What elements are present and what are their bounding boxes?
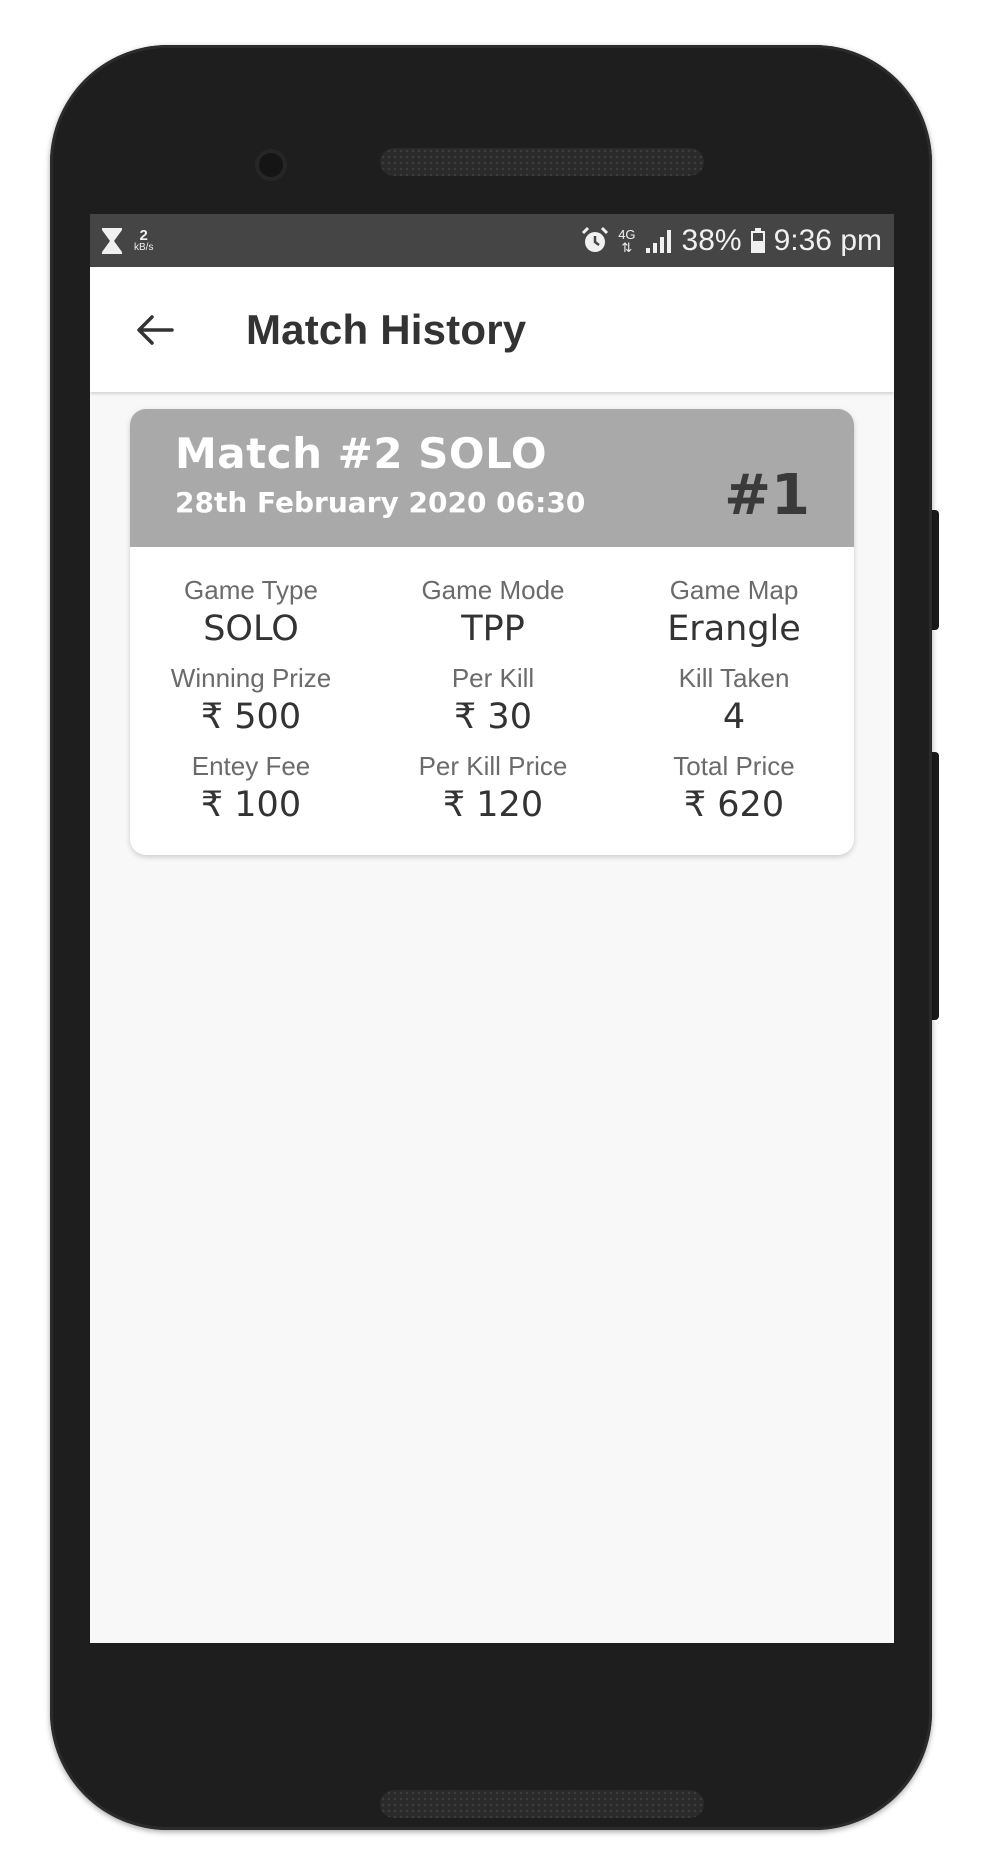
back-arrow-icon[interactable] [132,308,176,352]
stat-value: ₹ 120 [442,785,544,825]
stat-total-price: Total Price ₹ 620 [614,751,854,839]
match-title: Match #2 SOLO [175,429,548,478]
stat-kill-taken: Kill Taken 4 [614,663,854,751]
stat-label: Per Kill Price [418,751,568,781]
clock: 9:36 pm [773,223,882,257]
match-card-header: Match #2 SOLO 28th February 2020 06:30 #… [130,409,854,547]
stat-game-mode: Game Mode TPP [372,575,614,663]
status-bar-right: 4G ⇅ 38% 9:36 pm [580,224,882,258]
stat-entry-fee: Entey Fee ₹ 100 [130,751,372,839]
stat-label: Kill Taken [678,663,790,693]
stat-value: TPP [461,609,525,649]
stat-value: ₹ 500 [200,697,302,737]
stat-value: ₹ 100 [200,785,302,825]
stat-per-kill: Per Kill ₹ 30 [372,663,614,751]
app-bar: Match History [90,267,894,392]
stat-game-map: Game Map Erangle [614,575,854,663]
screen: 2 kB/s 4G ⇅ 38% 9:36 pm Match History Ma… [90,214,894,1643]
stat-value: ₹ 620 [683,785,785,825]
stat-per-kill-price: Per Kill Price ₹ 120 [372,751,614,839]
stat-value: Erangle [667,609,801,649]
front-camera [255,149,287,181]
network-type: 4G ⇅ [618,228,635,254]
match-date: 28th February 2020 06:30 [175,486,586,519]
status-bar: 2 kB/s 4G ⇅ 38% 9:36 pm [90,214,894,267]
signal-icon [645,229,671,253]
stat-value: 4 [722,697,746,737]
page-title: Match History [246,305,527,353]
stat-label: Winning Prize [170,663,332,693]
stat-label: Entey Fee [191,751,311,781]
match-rank: #1 [724,463,810,528]
status-bar-left: 2 kB/s [100,227,153,255]
network-speed: 2 kB/s [134,228,153,253]
match-stats: Game Type SOLO Game Mode TPP Game Map Er… [130,547,854,839]
alarm-icon [582,226,609,252]
stat-label: Game Mode [421,575,565,605]
hourglass-icon [102,227,122,254]
stat-game-type: Game Type SOLO [130,575,372,663]
battery-icon [750,227,765,253]
data-arrows: ⇅ [621,239,633,255]
network-speed-value: 2 [139,227,148,244]
network-speed-unit: kB/s [134,242,154,253]
stat-label: Total Price [673,751,795,781]
network-type-label: 4G [618,226,636,242]
stat-value: SOLO [203,609,299,649]
stat-value: ₹ 30 [454,697,532,737]
stat-winning-prize: Winning Prize ₹ 500 [130,663,372,751]
stat-label: Game Type [184,575,318,605]
earpiece-speaker [380,148,704,176]
bottom-speaker [380,1790,704,1818]
battery-percent: 38% [681,223,742,257]
stat-label: Per Kill [451,663,535,693]
stat-label: Game Map [669,575,799,605]
match-card[interactable]: Match #2 SOLO 28th February 2020 06:30 #… [130,409,854,855]
